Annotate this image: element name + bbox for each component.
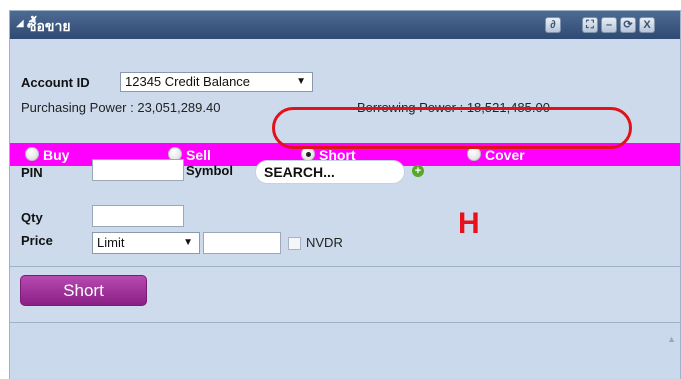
close-icon[interactable]: X [639, 17, 655, 33]
radio-buy-dot[interactable] [25, 147, 39, 161]
price-type-select[interactable]: Limit ▼ [92, 232, 200, 254]
action-area: Short [10, 267, 680, 323]
radio-cover-dot[interactable] [467, 147, 481, 161]
purchasing-power: Purchasing Power : 23,051,289.40 [21, 100, 221, 115]
triangle-down-icon[interactable]: ◢ [16, 18, 24, 29]
order-form: Account ID 12345 Credit Balance ▼ Purcha… [10, 39, 680, 267]
refresh-icon[interactable]: ⟳ [620, 17, 636, 33]
radio-short-dot[interactable] [301, 147, 315, 161]
pin-label: PIN [21, 165, 43, 180]
radio-cover-label: Cover [485, 147, 525, 163]
price-type-value: Limit [97, 235, 125, 250]
annotation-h: H [458, 207, 480, 240]
title-bar: ◢ ซื้อขาย ∂ ⛶ – ⟳ X [10, 11, 680, 39]
result-area: ▲ [10, 324, 680, 379]
account-select-value: 12345 Credit Balance [125, 74, 251, 89]
expand-icon[interactable]: ⛶ [582, 17, 598, 33]
short-submit-button[interactable]: Short [20, 275, 147, 306]
pin-input[interactable] [92, 159, 184, 181]
account-select[interactable]: 12345 Credit Balance ▼ [120, 72, 313, 92]
qty-input[interactable] [92, 205, 184, 227]
symbol-search-input[interactable]: SEARCH... [255, 160, 405, 184]
chevron-down-icon: ▼ [183, 237, 193, 248]
window-title: ซื้อขาย [27, 18, 71, 34]
order-panel: ◢ ซื้อขาย ∂ ⛶ – ⟳ X Account ID 12345 Cre… [9, 10, 681, 379]
radio-buy-label: Buy [43, 147, 70, 163]
nvdr-checkbox[interactable] [288, 237, 301, 250]
add-symbol-icon[interactable]: + [412, 165, 424, 177]
price-input[interactable] [203, 232, 281, 254]
qty-label: Qty [21, 210, 43, 225]
scroll-up-icon[interactable]: ▲ [667, 334, 676, 344]
account-id-label: Account ID [21, 75, 90, 90]
link-icon[interactable]: ∂ [545, 17, 561, 33]
nvdr-label: NVDR [306, 235, 343, 250]
radio-sell-label: Sell [186, 147, 211, 163]
highlight-oval [272, 107, 632, 149]
symbol-label: Symbol [186, 163, 233, 178]
price-label: Price [21, 233, 53, 248]
minimize-icon[interactable]: – [601, 17, 617, 33]
chevron-down-icon: ▼ [296, 76, 306, 87]
